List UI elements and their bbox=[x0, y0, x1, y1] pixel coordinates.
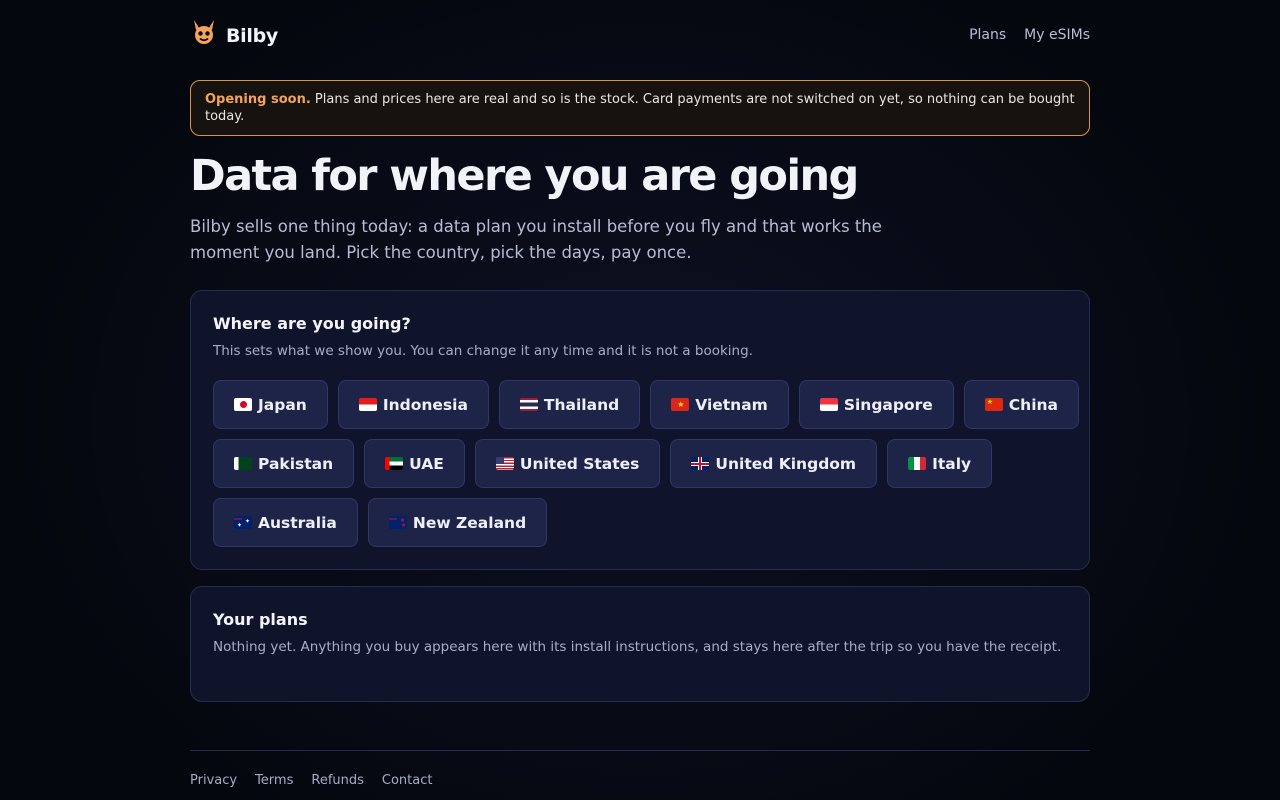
opening-soon-notice: Opening soon. Plans and prices here are … bbox=[190, 80, 1090, 136]
country-chip-label: Pakistan bbox=[258, 454, 334, 473]
page-subtitle: Bilby sells one thing today: a data plan… bbox=[190, 217, 882, 262]
notice-label: Opening soon. bbox=[205, 92, 311, 107]
country-chip-australia[interactable]: ✦ ✦ Australia bbox=[213, 498, 358, 547]
footer-terms-link[interactable]: Terms bbox=[255, 773, 293, 788]
top-nav: Plans My eSIMs bbox=[969, 27, 1090, 43]
country-chip-label: Vietnam bbox=[695, 395, 768, 414]
vietnam-flag-icon: ★ bbox=[671, 398, 690, 411]
country-chip-label: Thailand bbox=[543, 395, 620, 414]
nav-my-esims-link[interactable]: My eSIMs bbox=[1024, 27, 1090, 43]
united-kingdom-flag-icon bbox=[691, 457, 710, 470]
country-chip-united-states[interactable]: United States bbox=[474, 439, 661, 488]
bilby-logo-icon bbox=[194, 20, 214, 44]
italy-flag-icon bbox=[908, 457, 927, 470]
pakistan-flag-icon bbox=[234, 457, 252, 470]
country-chip-china[interactable]: ★ China bbox=[963, 380, 1080, 429]
country-chip-new-zealand[interactable]: ★ ★ New Zealand bbox=[367, 498, 548, 547]
your-plans-card: Your plans Nothing yet. Anything you buy… bbox=[190, 586, 1090, 702]
footer-privacy-link[interactable]: Privacy bbox=[190, 773, 237, 788]
destination-card: Where are you going? This sets what we s… bbox=[190, 290, 1090, 570]
united-states-flag-icon bbox=[495, 457, 514, 470]
country-chip-label: United States bbox=[519, 454, 640, 473]
page-title: Data for where you are going bbox=[190, 151, 859, 201]
footer-refunds-link[interactable]: Refunds bbox=[311, 773, 364, 788]
country-chip-uae[interactable]: UAE bbox=[364, 439, 465, 488]
japan-flag-icon bbox=[234, 398, 252, 411]
brand-home-link[interactable]: Bilby bbox=[190, 18, 278, 48]
country-chip-japan[interactable]: Japan bbox=[213, 380, 328, 429]
country-chip-label: Singapore bbox=[843, 395, 933, 414]
destination-help: This sets what we show you. You can chan… bbox=[213, 343, 753, 359]
country-chip-singapore[interactable]: Singapore bbox=[798, 380, 954, 429]
country-chip-label: Indonesia bbox=[382, 395, 468, 414]
nav-plans-link[interactable]: Plans bbox=[969, 27, 1006, 43]
destination-title: Where are you going? bbox=[213, 314, 411, 333]
country-chip-label: Australia bbox=[258, 513, 337, 532]
site-header: Bilby Plans My eSIMs bbox=[190, 18, 1090, 58]
country-chip-label: United Kingdom bbox=[715, 454, 857, 473]
country-chip-list: Japan Indonesia Thailand ★ Vietnam Singa… bbox=[213, 380, 1080, 557]
brand-name: Bilby bbox=[226, 25, 278, 47]
footer-divider bbox=[190, 750, 1090, 751]
uae-flag-icon bbox=[385, 457, 404, 470]
notice-text: Plans and prices here are real and so is… bbox=[205, 92, 1075, 124]
australia-flag-icon: ✦ ✦ bbox=[234, 516, 252, 529]
china-flag-icon: ★ bbox=[984, 398, 1003, 411]
plans-title: Your plans bbox=[213, 610, 308, 629]
country-chip-italy[interactable]: Italy bbox=[887, 439, 993, 488]
country-chip-united-kingdom[interactable]: United Kingdom bbox=[670, 439, 878, 488]
country-chip-label: Japan bbox=[258, 395, 307, 414]
country-chip-label: China bbox=[1008, 395, 1059, 414]
singapore-flag-icon bbox=[819, 398, 838, 411]
country-chip-label: Italy bbox=[932, 454, 972, 473]
plans-empty-text: Nothing yet. Anything you buy appears he… bbox=[213, 639, 1062, 655]
country-chip-label: UAE bbox=[409, 454, 444, 473]
country-chip-pakistan[interactable]: Pakistan bbox=[213, 439, 355, 488]
country-chip-indonesia[interactable]: Indonesia bbox=[337, 380, 489, 429]
new-zealand-flag-icon: ★ ★ bbox=[388, 516, 407, 529]
footer-contact-link[interactable]: Contact bbox=[382, 773, 433, 788]
indonesia-flag-icon bbox=[358, 398, 377, 411]
country-chip-vietnam[interactable]: ★ Vietnam bbox=[650, 380, 789, 429]
country-chip-label: New Zealand bbox=[412, 513, 527, 532]
thailand-flag-icon bbox=[519, 398, 538, 411]
country-chip-thailand[interactable]: Thailand bbox=[498, 380, 641, 429]
footer-links: Privacy Terms Refunds Contact bbox=[190, 773, 432, 788]
